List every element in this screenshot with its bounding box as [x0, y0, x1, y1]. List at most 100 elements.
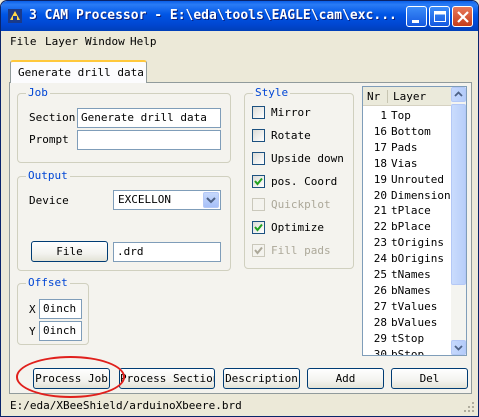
device-value: EXCELLON — [118, 193, 171, 206]
add-button[interactable]: Add — [307, 368, 384, 389]
offset-x-input[interactable]: 0inch — [39, 299, 82, 319]
file-extension-input[interactable]: .drd — [113, 242, 221, 262]
quickplot-checkbox[interactable] — [252, 198, 265, 211]
scroll-thumb[interactable] — [451, 104, 466, 285]
menu-layer[interactable]: Layer — [45, 35, 78, 48]
layer-row[interactable]: 16 Bottom — [363, 125, 452, 138]
layer-row[interactable]: 19 Unrouted — [363, 173, 452, 186]
layer-number: 28 — [373, 315, 387, 329]
checkmark-icon — [254, 177, 263, 186]
layer-row[interactable]: 17 Pads — [363, 141, 452, 154]
offset-y-input[interactable]: 0inch — [39, 321, 82, 341]
layer-list-scrollbar[interactable] — [451, 87, 466, 355]
pos-coord-label: pos. Coord — [271, 175, 338, 188]
layer-row[interactable]: 28 bValues — [363, 316, 452, 329]
pos-coord-checkbox[interactable] — [252, 175, 265, 188]
file-button[interactable]: File — [31, 241, 108, 262]
mirror-label: Mirror — [271, 106, 311, 119]
layer-row[interactable]: 23 tOrigins — [363, 236, 452, 249]
maximize-button[interactable] — [429, 6, 450, 27]
quickplot-label: Quickplot — [271, 198, 331, 211]
upside-down-checkbox[interactable] — [252, 152, 265, 165]
layer-name: tOrigins — [391, 236, 444, 250]
resize-grip-icon[interactable] — [463, 401, 475, 413]
layer-row[interactable]: 22 bPlace — [363, 220, 452, 233]
layer-name: bPlace — [391, 220, 431, 234]
job-group: Job — [17, 86, 231, 163]
status-file-path: E:/eda/XBeeShield/arduinoXbeere.brd — [10, 399, 242, 412]
description-button[interactable]: Description — [223, 368, 300, 389]
layer-name: tNames — [391, 268, 431, 281]
style-group-title: Style — [253, 86, 291, 99]
optimize-checkbox[interactable] — [252, 221, 265, 234]
device-dropdown-button[interactable] — [203, 192, 219, 208]
layer-list-header: Nr Layer — [363, 87, 452, 106]
layer-name: Top — [391, 109, 411, 122]
menu-window[interactable]: Window — [85, 35, 125, 48]
fill-pads-checkbox[interactable] — [252, 244, 265, 257]
layer-row[interactable]: 30 bStop — [363, 347, 452, 356]
section-input[interactable]: Generate drill data — [77, 108, 221, 128]
layer-number: 22 — [373, 220, 387, 234]
prompt-input[interactable] — [77, 130, 221, 150]
layer-number: 23 — [373, 236, 387, 250]
layer-number: 30 — [373, 347, 387, 356]
layer-name: bNames — [391, 283, 431, 297]
column-separator — [387, 90, 388, 103]
section-label: Section — [29, 111, 76, 124]
layer-number: 26 — [373, 283, 387, 297]
prompt-label: Prompt — [29, 133, 69, 146]
layer-row[interactable]: 1 Top — [363, 109, 452, 122]
column-nr[interactable]: Nr — [367, 90, 380, 103]
annotation-highlight-circle — [16, 356, 125, 398]
offset-x-label: X — [29, 303, 36, 316]
layer-number: 19 — [373, 172, 387, 186]
title-bar[interactable]: 3 CAM Processor - E:\eda\tools\EAGLE\cam… — [1, 1, 478, 31]
layer-name: Vias — [391, 156, 418, 170]
layer-number: 17 — [373, 140, 387, 154]
layer-name: bStop — [391, 347, 425, 356]
layer-name: bValues — [391, 315, 438, 329]
close-icon — [457, 11, 469, 23]
layer-number: 20 — [373, 188, 387, 202]
scroll-up-button[interactable] — [451, 87, 466, 102]
layer-row[interactable]: 20 Dimension — [363, 189, 452, 202]
layer-name: Bottom — [391, 124, 431, 138]
minimize-button[interactable] — [406, 6, 427, 27]
output-group-title: Output — [26, 169, 70, 182]
process-section-button[interactable]: Process Section — [119, 368, 215, 389]
layer-number: 27 — [373, 299, 387, 313]
optimize-label: Optimize — [271, 221, 324, 234]
rotate-checkbox[interactable] — [252, 129, 265, 142]
layer-row[interactable]: 18 Vias — [363, 157, 452, 170]
layer-row[interactable]: 21 tPlace — [363, 204, 452, 217]
layer-number: 24 — [373, 252, 387, 266]
layer-list[interactable]: Nr Layer 1 Top 16 Bottom 17 Pads 18 Vias 19 Unrou… — [362, 86, 467, 356]
layer-row[interactable]: 25 tNames — [363, 268, 452, 281]
menu-help[interactable]: Help — [130, 35, 157, 48]
del-button[interactable]: Del — [391, 368, 468, 389]
layer-number: 18 — [373, 156, 387, 170]
menu-file[interactable]: File — [10, 35, 37, 48]
layer-number: 29 — [373, 331, 387, 345]
chevron-up-icon — [454, 91, 463, 97]
scroll-down-button[interactable] — [451, 340, 466, 355]
tab-label: Generate drill data — [18, 66, 144, 79]
column-layer[interactable]: Layer — [393, 90, 426, 103]
menu-bar: File Layer Window Help — [1, 32, 478, 52]
offset-y-label: Y — [29, 325, 36, 338]
layer-number: 21 — [373, 204, 387, 218]
fill-pads-label: Fill pads — [271, 244, 331, 257]
layer-name: bOrigins — [391, 252, 444, 266]
status-bar: E:/eda/XBeeShield/arduinoXbeere.brd — [1, 396, 478, 416]
layer-row[interactable]: 29 tStop — [363, 332, 452, 345]
layer-number: 25 — [373, 268, 387, 281]
cam-app-icon — [8, 9, 22, 23]
layer-row[interactable]: 26 bNames — [363, 284, 452, 297]
layer-row[interactable]: 24 bOrigins — [363, 252, 452, 265]
close-button[interactable] — [452, 6, 473, 27]
layer-row[interactable]: 27 tValues — [363, 300, 452, 313]
device-select[interactable]: EXCELLON — [113, 190, 221, 210]
tab-generate-drill-data[interactable]: Generate drill data — [10, 60, 147, 83]
mirror-checkbox[interactable] — [252, 106, 265, 119]
